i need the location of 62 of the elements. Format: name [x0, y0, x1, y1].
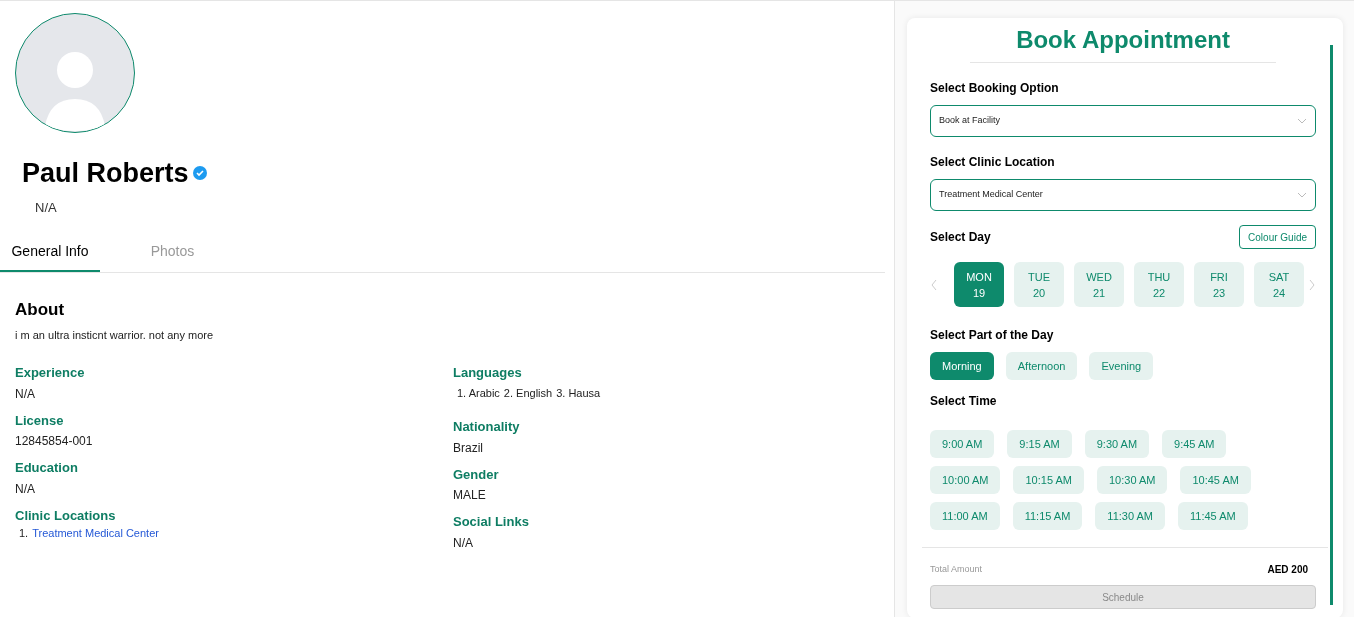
time-slot-button[interactable]: 10:30 AM: [1096, 466, 1168, 494]
section-label: Select Clinic Location: [930, 154, 1056, 171]
clinic-link[interactable]: Treatment Medical Center: [32, 525, 159, 542]
chevron-down-icon: [1297, 118, 1307, 124]
day-part-button[interactable]: Afternoon: [1005, 352, 1078, 380]
section-label: Select Day: [930, 229, 991, 246]
day-button[interactable]: THU 22: [1134, 262, 1184, 307]
time-slot-button[interactable]: 9:15 AM: [1007, 430, 1072, 458]
time-slot-button[interactable]: 10:15 AM: [1013, 466, 1084, 494]
field-value: N/A: [453, 534, 474, 552]
tab[interactable]: Photos: [100, 233, 245, 272]
card-title: Book Appointment: [1015, 25, 1231, 55]
field-value: N/A: [15, 385, 36, 403]
field-value: 12845854-001: [15, 433, 94, 450]
field-label: Gender: [453, 465, 500, 484]
chevron-down-icon: [1297, 192, 1307, 198]
field-value: Brazil: [453, 439, 484, 457]
tab[interactable]: General Info: [0, 233, 100, 272]
list-number: 1.: [19, 526, 29, 541]
field-label: License: [15, 411, 65, 430]
total-label: Total Amount: [930, 562, 983, 576]
chevron-right-icon[interactable]: [1308, 278, 1316, 291]
time-slot-button[interactable]: 9:00 AM: [930, 430, 995, 458]
booking-option-select[interactable]: Book at Facility: [930, 105, 1316, 137]
time-slot-button[interactable]: 10:00 AM: [930, 466, 1001, 494]
time-slot-button[interactable]: 11:45 AM: [1178, 502, 1248, 530]
profile-subtitle: N/A: [35, 198, 58, 217]
field-value: N/A: [15, 480, 36, 498]
section-title: About: [15, 299, 66, 321]
day-button[interactable]: MON 19: [954, 262, 1004, 307]
day-button[interactable]: FRI 23: [1194, 262, 1244, 307]
colour-guide-button[interactable]: Colour Guide: [1239, 225, 1316, 249]
total-amount: AED 200: [1267, 563, 1308, 577]
chevron-left-icon[interactable]: [930, 278, 938, 291]
language-item: 1. Arabic: [457, 385, 500, 401]
day-part-button[interactable]: Morning: [930, 352, 994, 380]
day-button[interactable]: WED 21: [1074, 262, 1124, 307]
time-slot-button[interactable]: 10:45 AM: [1180, 466, 1251, 494]
language-item: 3. Hausa: [556, 385, 601, 401]
field-label: Languages: [453, 364, 523, 382]
field-label: Experience: [15, 364, 86, 382]
section-label: Select Booking Option: [930, 80, 1060, 97]
person-silhouette-icon: [45, 52, 105, 132]
about-text: i m an ultra insticnt warrior. not any more: [15, 327, 215, 343]
section-label: Select Time: [930, 393, 998, 410]
section-label: Select Part of the Day: [930, 327, 1055, 344]
field-label: Nationality: [453, 418, 521, 436]
field-label: Clinic Locations: [15, 506, 117, 525]
profile-name: Paul Roberts: [22, 157, 189, 190]
time-slot-button[interactable]: 11:15 AM: [1012, 502, 1083, 530]
language-item: 2. English: [503, 385, 553, 401]
time-slot-button[interactable]: 9:30 AM: [1084, 430, 1150, 458]
time-slot-button[interactable]: 11:00 AM: [930, 502, 1000, 530]
field-label: Social Links: [453, 513, 530, 531]
clinic-location-select[interactable]: Treatment Medical Center: [930, 179, 1316, 211]
time-slot-button[interactable]: 11:30 AM: [1095, 502, 1165, 530]
day-button[interactable]: TUE 20: [1014, 262, 1064, 307]
field-label: Education: [15, 459, 79, 477]
time-slot-button[interactable]: 9:45 AM: [1162, 430, 1227, 458]
day-part-button[interactable]: Evening: [1089, 352, 1154, 380]
field-value: MALE: [453, 487, 487, 504]
day-button[interactable]: SAT 24: [1254, 262, 1304, 307]
